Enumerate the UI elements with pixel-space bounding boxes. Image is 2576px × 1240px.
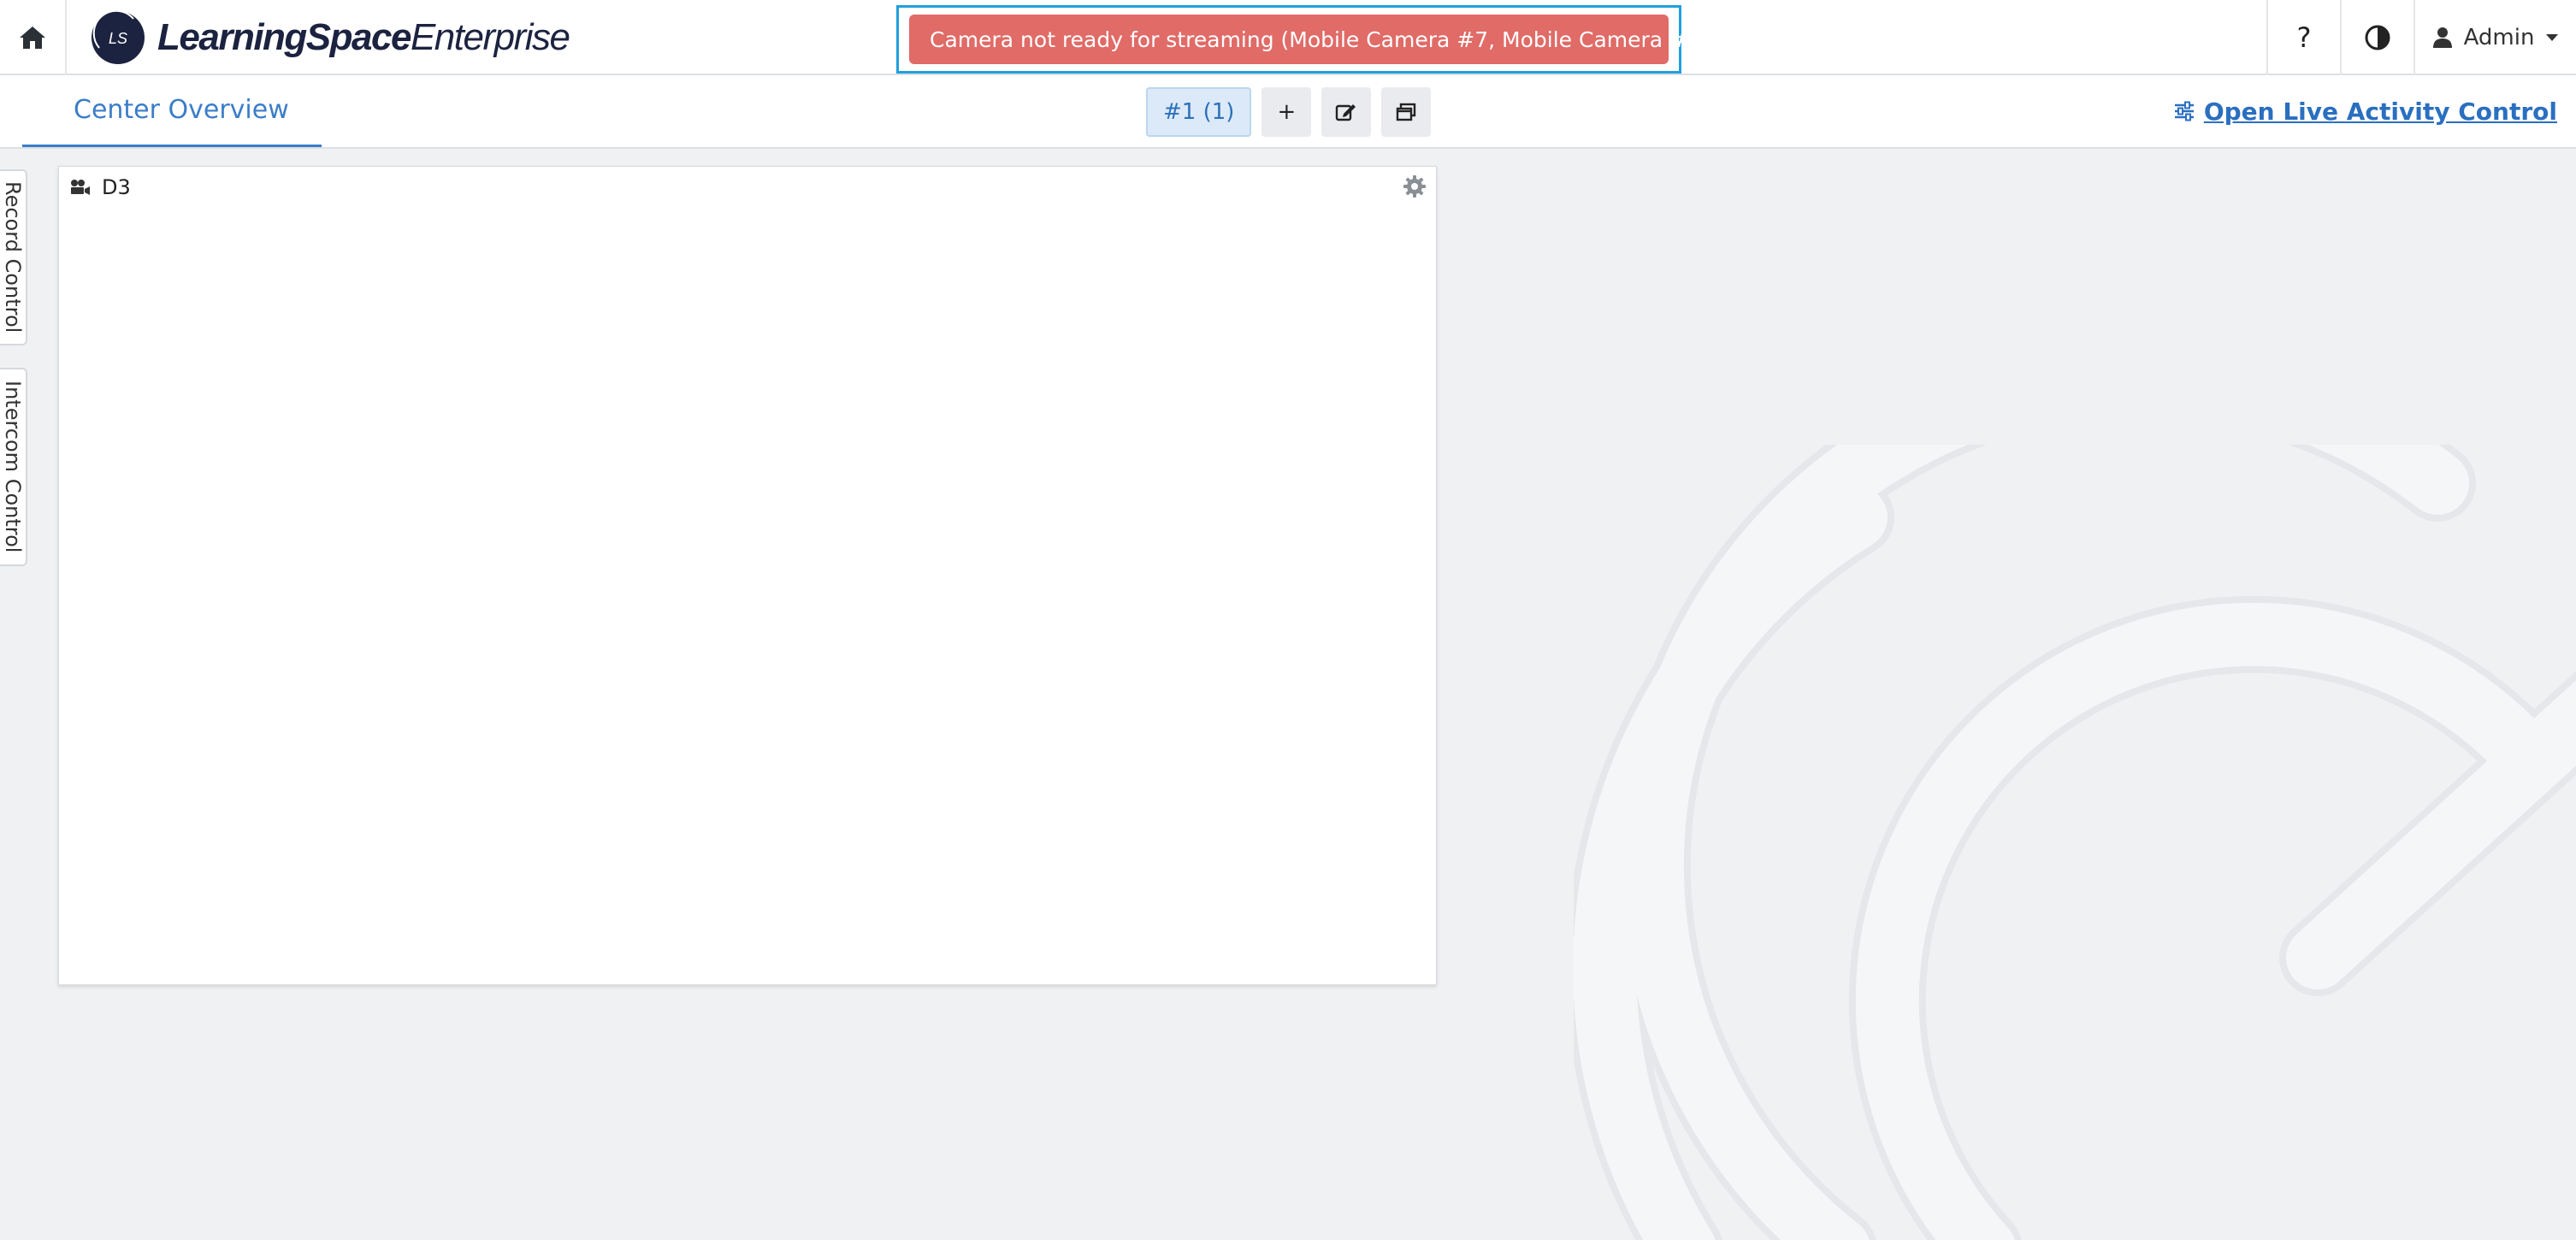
help-button[interactable]: ? [2266, 0, 2340, 75]
panel-title: D3 [102, 175, 131, 199]
brand-logo[interactable]: LS LearningSpaceEnterprise [89, 7, 570, 68]
plus-icon: + [1277, 99, 1297, 125]
gear-icon [1403, 175, 1426, 198]
top-right-controls: ? Admin [2266, 0, 2576, 75]
caret-down-icon [2546, 34, 2558, 41]
user-name: Admin [2463, 25, 2535, 50]
logo-mark-icon: LS [92, 9, 145, 64]
camera-panel: D3 [58, 166, 1437, 985]
sliders-icon [2174, 101, 2194, 121]
panel-settings-button[interactable] [1402, 174, 1427, 199]
intercom-control-tab[interactable]: Intercom Control [0, 368, 27, 566]
alert-message: Camera not ready for streaming (Mobile C… [930, 27, 1710, 52]
alert-close-button[interactable] [1710, 26, 1727, 53]
tab-center-overview[interactable]: Center Overview [22, 75, 322, 147]
record-control-tab[interactable]: Record Control [0, 169, 27, 345]
window-icon [1397, 103, 1416, 121]
edit-icon [1336, 104, 1356, 121]
camera-alert: Camera not ready for streaming (Mobile C… [909, 15, 1726, 64]
brand-name: LearningSpaceEnterprise [157, 16, 570, 59]
open-live-activity-control-link[interactable]: Open Live Activity Control [2173, 75, 2557, 147]
top-bar: LS LearningSpaceEnterprise Camera not re… [0, 0, 2576, 75]
edit-layout-button[interactable] [1321, 87, 1372, 137]
brand-name-light: Enterprise [410, 16, 570, 58]
contrast-toggle-button[interactable] [2340, 0, 2414, 75]
popout-window-button[interactable] [1381, 87, 1432, 137]
view-toolbar: Center Overview #1 (1) + Open Live Activ… [0, 75, 2576, 149]
user-icon [2433, 27, 2452, 48]
live-link-label: Open Live Activity Control [2203, 97, 2557, 126]
home-button[interactable] [0, 0, 67, 75]
layout-label: #1 (1) [1163, 99, 1235, 125]
close-icon [1710, 32, 1726, 47]
brand-name-bold: LearningSpace [157, 16, 411, 58]
intercom-control-label: Intercom Control [1, 381, 25, 553]
record-control-label: Record Control [1, 181, 25, 334]
camera-group-icon [71, 180, 90, 195]
help-icon: ? [2296, 21, 2312, 54]
user-menu[interactable]: Admin [2414, 0, 2576, 75]
add-layout-button[interactable]: + [1261, 87, 1312, 137]
layout-selector-button[interactable]: #1 (1) [1146, 87, 1252, 137]
svg-text:LS: LS [109, 30, 127, 47]
alert-container: Camera not ready for streaming (Mobile C… [896, 5, 1726, 74]
tab-label: Center Overview [74, 95, 289, 125]
home-icon [20, 27, 45, 49]
layout-controls: #1 (1) + [1146, 87, 1432, 137]
contrast-icon [2365, 25, 2390, 50]
background-watermark [1574, 445, 2576, 1240]
panel-header: D3 [69, 175, 131, 199]
